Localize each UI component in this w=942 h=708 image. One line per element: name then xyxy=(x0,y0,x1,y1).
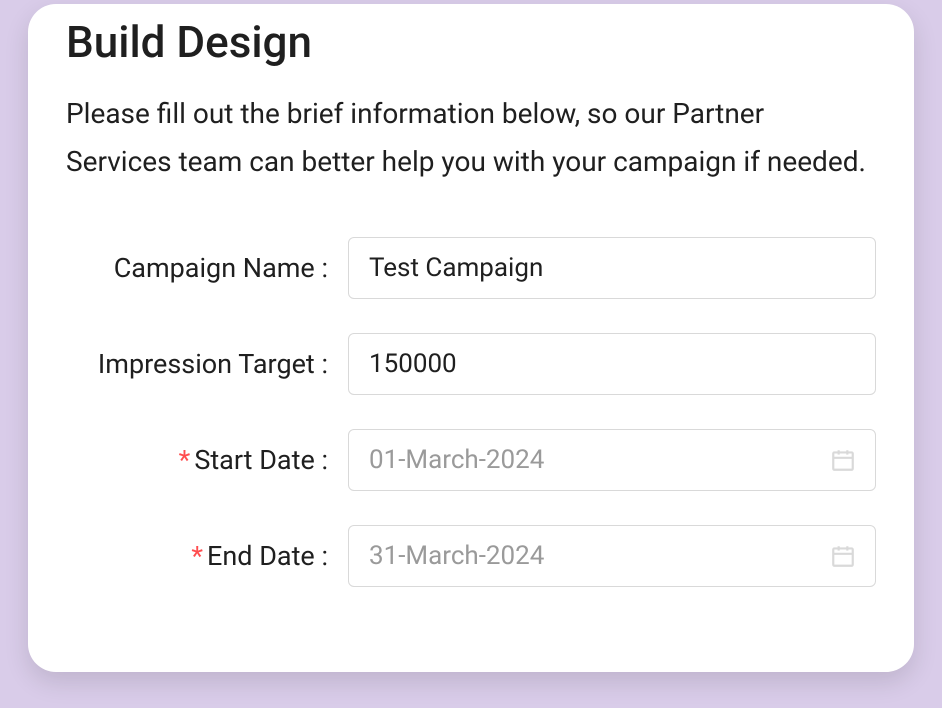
start-date-label-text: Start Date : xyxy=(194,444,328,476)
build-design-card: Build Design Please fill out the brief i… xyxy=(28,4,914,672)
end-date-picker[interactable]: 31-March-2024 xyxy=(348,525,876,587)
start-date-picker[interactable]: 01-March-2024 xyxy=(348,429,876,491)
impression-target-input[interactable] xyxy=(348,333,876,395)
impression-target-input-wrap xyxy=(348,333,876,395)
page-title: Build Design xyxy=(66,16,876,68)
end-date-label: *End Date : xyxy=(66,540,328,572)
end-date-row: *End Date : 31-March-2024 xyxy=(66,525,876,587)
campaign-form: Campaign Name : Impression Target : *Sta… xyxy=(66,237,876,587)
required-asterisk-icon: * xyxy=(179,444,191,476)
start-date-value: 01-March-2024 xyxy=(348,429,876,491)
impression-target-row: Impression Target : xyxy=(66,333,876,395)
end-date-value: 31-March-2024 xyxy=(348,525,876,587)
campaign-name-input[interactable] xyxy=(348,237,876,299)
campaign-name-label: Campaign Name : xyxy=(66,252,328,284)
required-asterisk-icon: * xyxy=(191,540,203,572)
campaign-name-input-wrap xyxy=(348,237,876,299)
impression-target-label: Impression Target : xyxy=(66,348,328,380)
form-description: Please fill out the brief information be… xyxy=(66,90,876,185)
start-date-row: *Start Date : 01-March-2024 xyxy=(66,429,876,491)
campaign-name-row: Campaign Name : xyxy=(66,237,876,299)
start-date-label: *Start Date : xyxy=(66,444,328,476)
start-date-input-wrap: 01-March-2024 xyxy=(348,429,876,491)
end-date-input-wrap: 31-March-2024 xyxy=(348,525,876,587)
end-date-label-text: End Date : xyxy=(207,540,328,572)
